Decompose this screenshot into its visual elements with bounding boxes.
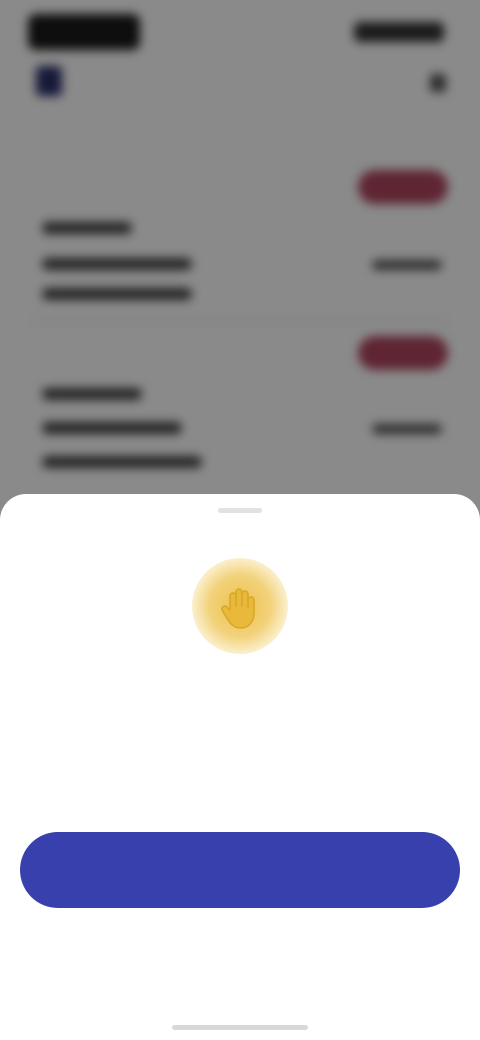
bottom-sheet <box>0 494 480 1040</box>
hand-icon <box>192 558 288 654</box>
primary-action-button[interactable] <box>20 832 460 908</box>
home-indicator <box>172 1025 308 1030</box>
sheet-grabber[interactable] <box>218 508 262 513</box>
